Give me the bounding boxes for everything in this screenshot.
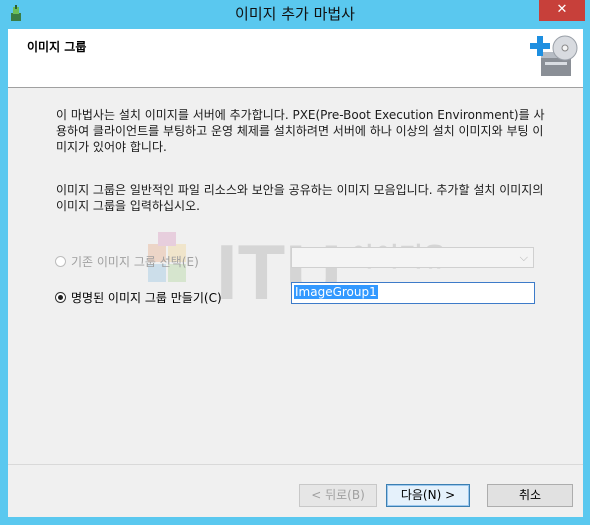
new-group-option[interactable]: 명명된 이미지 그룹 만들기(C): [55, 289, 222, 306]
image-group-description: 이미지 그룹은 일반적인 파일 리소스와 보안을 공유하는 이미지 모음입니다.…: [56, 183, 544, 213]
existing-group-option[interactable]: 기존 이미지 그룹 선택(E): [55, 253, 199, 270]
back-button[interactable]: < 뒤로(B): [299, 484, 377, 507]
wizard-client-area: 이미지 그룹 이 마법사는 설치 이미지를 서버에 추가합니다. PXE(Pre…: [8, 29, 583, 517]
existing-group-radio[interactable]: [55, 256, 66, 267]
new-group-label: 명명된 이미지 그룹 만들기(C): [71, 291, 222, 305]
new-group-name-value: ImageGroup1: [294, 285, 378, 299]
title-bar[interactable]: 이미지 추가 마법사 ✕: [0, 0, 590, 29]
add-image-disc-icon: [530, 35, 578, 76]
existing-group-label: 기존 이미지 그룹 선택(E): [71, 255, 199, 269]
window-title: 이미지 추가 마법사: [235, 5, 355, 23]
wizard-header: 이미지 그룹: [8, 29, 583, 88]
new-group-name-input[interactable]: ImageGroup1: [291, 282, 535, 304]
chevron-down-icon: ⌵: [519, 251, 528, 264]
existing-group-dropdown[interactable]: ⌵: [291, 247, 534, 268]
next-button[interactable]: 다음(N) >: [386, 484, 470, 507]
cancel-button[interactable]: 취소: [487, 484, 573, 507]
wizard-window: 이미지 추가 마법사 ✕ 이미지 그룹 이 마법사는 설치 이미지를 서버에 추…: [0, 0, 590, 525]
close-button[interactable]: ✕: [539, 0, 585, 21]
new-group-radio[interactable]: [55, 292, 66, 303]
page-title: 이미지 그룹: [27, 40, 87, 54]
wizard-description: 이 마법사는 설치 이미지를 서버에 추가합니다. PXE(Pre-Boot E…: [56, 108, 545, 154]
footer-divider: [8, 464, 583, 465]
